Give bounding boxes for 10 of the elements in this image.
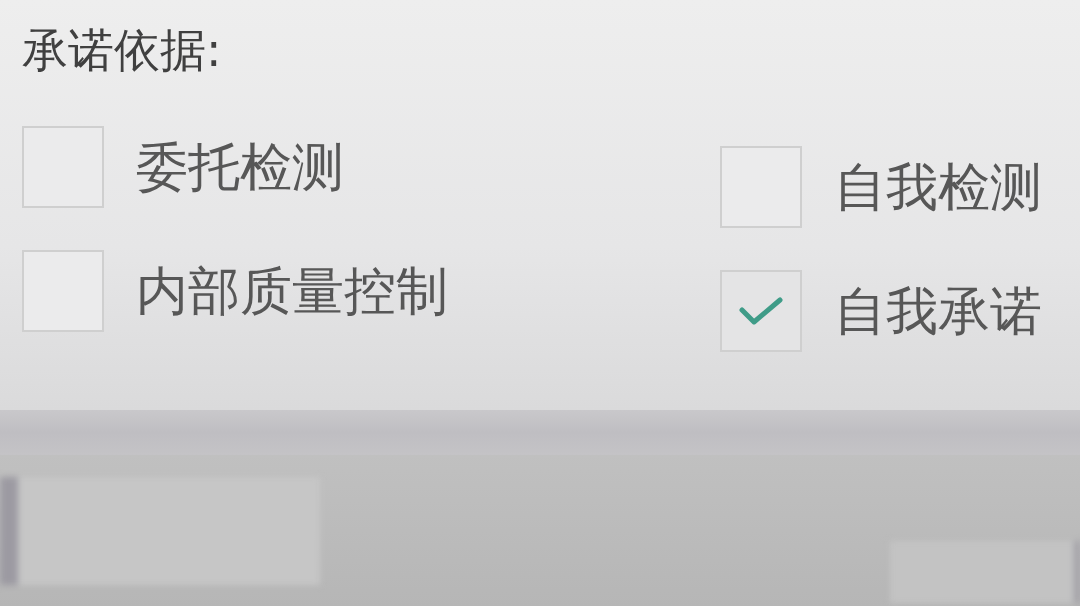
option-label[interactable]: 自我检测 [834, 155, 1042, 219]
option-label[interactable]: 委托检测 [136, 135, 344, 199]
section-title: 承诺依据: [22, 22, 222, 79]
check-icon [739, 296, 783, 326]
checkbox[interactable] [22, 250, 104, 332]
checkbox[interactable] [720, 146, 802, 228]
option-label[interactable]: 内部质量控制 [136, 259, 448, 323]
option-label[interactable]: 自我承诺 [834, 279, 1042, 343]
checkbox[interactable] [720, 270, 802, 352]
checkbox[interactable] [22, 126, 104, 208]
